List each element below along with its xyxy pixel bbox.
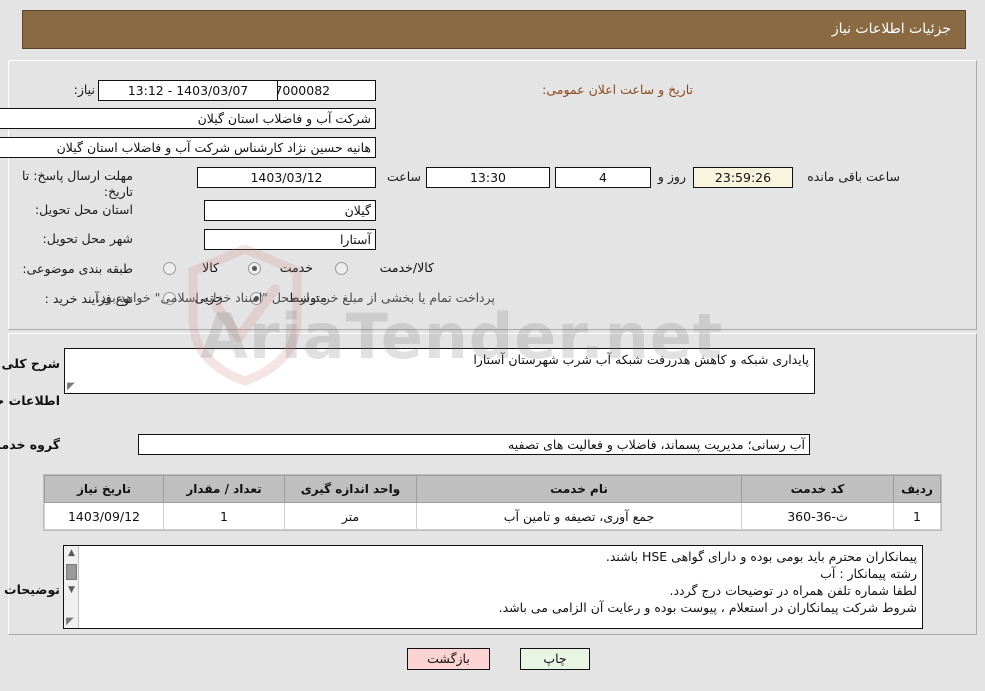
cell-qty: 1 [163, 502, 285, 530]
label-need-desc: شرح کلی نیاز: [0, 356, 60, 371]
cell-unit: متر [284, 502, 417, 530]
buyer-org-value[interactable]: شرکت آب و فاضلاب استان گیلان [0, 108, 376, 129]
need-desc-textarea[interactable]: پایداری شبکه و کاهش هدررفت شبکه آب شرب ش… [64, 348, 815, 394]
radio-category-khedmat[interactable] [248, 262, 261, 275]
radio-category-kala[interactable] [163, 262, 176, 275]
need-desc-value: پایداری شبکه و کاهش هدررفت شبکه آب شرب ش… [473, 352, 809, 367]
buyer-note-line-2: لطفا شماره تلفن همراه در توضیحات درج گرد… [669, 583, 918, 598]
services-table: ردیف کد خدمت نام خدمت واحد اندازه گیری ت… [44, 475, 941, 530]
page-root: AriaTender.net جزئیات اطلاعات نیاز شماره… [0, 0, 985, 691]
deadline-time-value[interactable]: 13:30 [426, 167, 550, 188]
col-name: نام خدمت [416, 475, 742, 503]
buyer-note-line-1: رشته پیمانکار : آب [820, 566, 917, 581]
col-unit: واحد اندازه گیری [284, 475, 417, 503]
services-heading: اطلاعات خدمات مورد نیاز [0, 393, 60, 408]
radio-label-category-2: کالا/خدمت [379, 260, 434, 275]
header-bar: جزئیات اطلاعات نیاز [22, 10, 966, 49]
table-row[interactable]: 1 ث-36-360 جمع آوری، تصیفه و تامین آب مت… [44, 502, 941, 530]
requester-value[interactable]: هانیه حسین نژاد کارشناس شرکت آب و فاضلاب… [0, 137, 376, 158]
label-announce-datetime: تاریخ و ساعت اعلان عمومی: [542, 82, 693, 97]
announce-datetime-value[interactable]: 1403/03/07 - 13:12 [98, 80, 278, 101]
buyer-notes-textarea[interactable]: پیمانکاران محترم باید بومی بوده و دارای … [63, 545, 923, 629]
label-city: شهر محل تحویل: [42, 231, 133, 246]
label-buyer-notes: توضیحات خریدار: [0, 582, 60, 597]
resize-grip-icon[interactable]: ◥ [67, 381, 77, 392]
scroll-down-icon[interactable]: ▼ [66, 586, 77, 596]
services-table-wrapper: ردیف کد خدمت نام خدمت واحد اندازه گیری ت… [43, 474, 942, 531]
countdown-value: 23:59:26 [693, 167, 793, 188]
page-title: جزئیات اطلاعات نیاز [831, 21, 951, 37]
col-row: ردیف [893, 475, 941, 503]
service-group-value[interactable]: آب رسانی؛ مدیریت پسماند، فاضلاب و فعالیت… [138, 434, 810, 455]
label-deadline: مهلت ارسال پاسخ: تا تاریخ: [22, 168, 133, 199]
province-value[interactable]: گیلان [204, 200, 376, 221]
city-value[interactable]: آستارا [204, 229, 376, 250]
label-service-group: گروه خدمت: [0, 437, 60, 452]
col-qty: تعداد / مقدار [163, 475, 285, 503]
deadline-date-value[interactable]: 1403/03/12 [197, 167, 376, 188]
back-button[interactable]: بازگشت [407, 648, 490, 670]
resize-grip-icon[interactable]: ◥ [66, 616, 76, 627]
cell-date: 1403/09/12 [44, 502, 164, 530]
label-days: روز و [657, 169, 686, 184]
radio-category-kala-khedmat[interactable] [335, 262, 348, 275]
label-deadline-time: ساعت [386, 169, 421, 184]
cell-row: 1 [893, 502, 941, 530]
buyer-note-line-0: پیمانکاران محترم باید بومی بوده و دارای … [605, 549, 917, 564]
scroll-thumb[interactable] [66, 564, 77, 580]
buyer-note-line-3: شروط شرکت پیمانکاران در استعلام ، پیوست … [498, 600, 917, 615]
label-category: طبقه بندی موضوعی: [22, 261, 133, 276]
cell-code: ث-36-360 [741, 502, 894, 530]
scroll-up-icon[interactable]: ▲ [66, 549, 77, 559]
cell-name: جمع آوری، تصیفه و تامین آب [416, 502, 742, 530]
col-code: کد خدمت [741, 475, 894, 503]
col-date: تاریخ نیاز [44, 475, 164, 503]
radio-label-category-1: خدمت [279, 260, 313, 275]
label-remaining: ساعت باقی مانده [807, 169, 900, 184]
table-header-row: ردیف کد خدمت نام خدمت واحد اندازه گیری ت… [44, 475, 941, 503]
print-button[interactable]: چاپ [520, 648, 590, 670]
days-remaining-value[interactable]: 4 [555, 167, 651, 188]
treasury-note: پرداخت تمام یا بخشی از مبلغ خرید،از محل … [96, 290, 495, 305]
label-province: استان محل تحویل: [34, 202, 133, 217]
radio-label-category-0: کالا [202, 260, 219, 275]
